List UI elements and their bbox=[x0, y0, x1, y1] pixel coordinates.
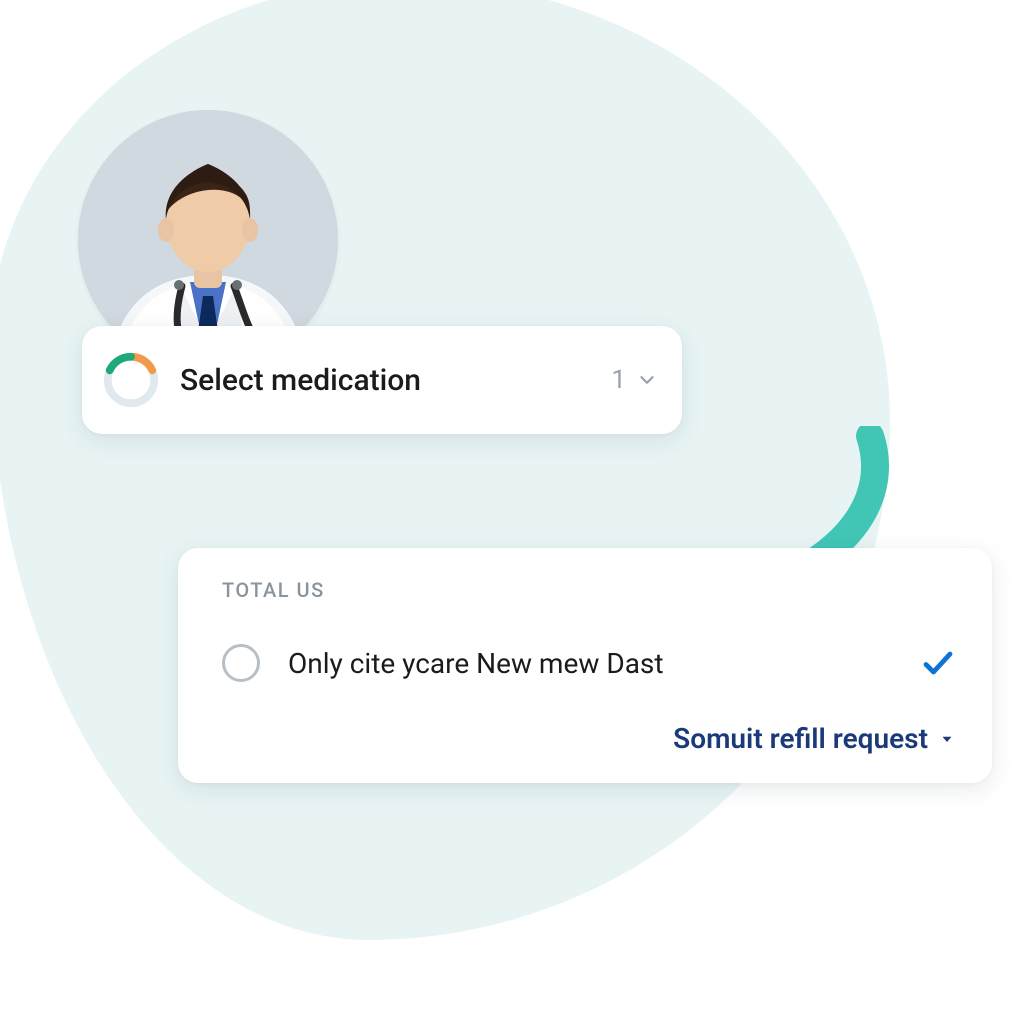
radio-unchecked-icon[interactable] bbox=[222, 644, 260, 682]
refill-request-action[interactable]: Somuit refill request bbox=[222, 722, 956, 755]
progress-ring-icon bbox=[100, 349, 162, 411]
select-medication-label: Select medication bbox=[180, 363, 611, 398]
caret-down-icon bbox=[938, 730, 956, 748]
option-row[interactable]: Only cite ycare New mew Dast bbox=[222, 644, 956, 682]
select-medication-count: 1 bbox=[611, 365, 626, 395]
option-label: Only cite ycare New mew Dast bbox=[288, 647, 900, 680]
result-card-header: TOTAL US bbox=[222, 578, 956, 602]
select-medication-dropdown[interactable]: Select medication 1 bbox=[82, 326, 682, 434]
refill-request-label: Somuit refill request bbox=[673, 722, 928, 755]
check-icon bbox=[920, 645, 956, 681]
result-card: TOTAL US Only cite ycare New mew Dast So… bbox=[178, 548, 992, 783]
chevron-down-icon bbox=[636, 369, 658, 391]
